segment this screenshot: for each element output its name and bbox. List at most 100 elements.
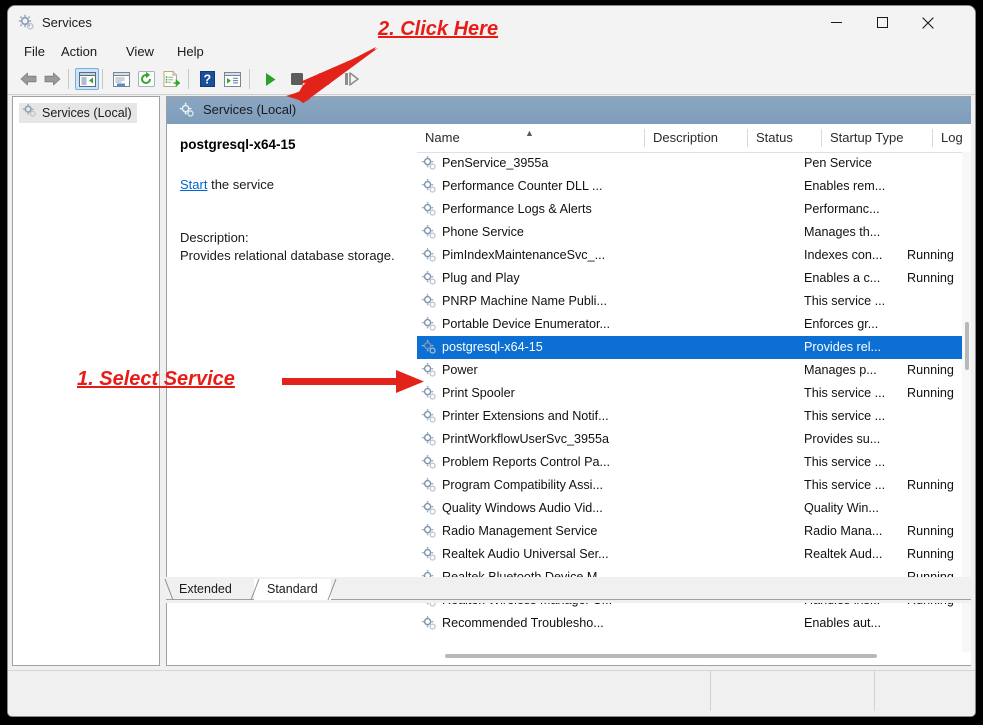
table-row[interactable]: Realtek Audio Universal Ser...Realtek Au…	[417, 543, 962, 566]
back-button[interactable]	[16, 68, 40, 90]
cell-description: Quality Win...	[804, 497, 900, 520]
maximize-button[interactable]	[859, 6, 905, 39]
status-bar-divider	[874, 671, 875, 711]
tab-extended[interactable]: Extended	[166, 579, 245, 600]
cell-service-name: Plug and Play	[442, 267, 797, 290]
column-header-log-on-as[interactable]: Log	[933, 124, 962, 152]
menu-item-action[interactable]: Action	[55, 42, 103, 61]
table-row[interactable]: Program Compatibility Assi...This servic…	[417, 474, 962, 497]
close-icon	[922, 17, 934, 29]
horizontal-scrollbar[interactable]	[417, 651, 962, 661]
cell-description: Pen Service	[804, 152, 900, 175]
tab-label: Standard	[267, 582, 318, 596]
table-row[interactable]: Recommended Troublesho...Enables aut...M…	[417, 612, 962, 635]
cell-service-name: Radio Management Service	[442, 520, 797, 543]
cell-service-name: Problem Reports Control Pa...	[442, 451, 797, 474]
cell-description: This service ...	[804, 405, 900, 428]
vertical-scrollbar-thumb[interactable]	[965, 322, 969, 370]
cell-service-name: Performance Counter DLL ...	[442, 175, 797, 198]
detail-description-label: Description:	[180, 230, 249, 245]
table-row[interactable]: PowerManages p...RunningAutomaticLocа	[417, 359, 962, 382]
menu-item-file[interactable]: File	[18, 42, 51, 61]
play-icon	[264, 72, 277, 87]
column-header-status[interactable]: Status	[748, 124, 821, 152]
pause-icon	[318, 72, 330, 86]
console-tree-pane: Services (Local)	[12, 96, 160, 666]
table-row[interactable]: Print SpoolerThis service ...RunningAuto…	[417, 382, 962, 405]
service-gear-icon	[421, 431, 438, 448]
table-row[interactable]: PrintWorkflowUserSvc_3955aProvides su...…	[417, 428, 962, 451]
service-gear-icon	[421, 408, 438, 425]
pane-header-label: Services (Local)	[203, 102, 296, 118]
horizontal-scrollbar-thumb[interactable]	[445, 654, 877, 658]
minimize-button[interactable]	[813, 6, 859, 39]
service-gear-icon	[421, 362, 438, 379]
cell-description: Radio Mana...	[804, 520, 900, 543]
table-row[interactable]: Performance Logs & AlertsPerformanc...Ma…	[417, 198, 962, 221]
cell-service-name: Phone Service	[442, 221, 797, 244]
list-header-row: Name ▲ Description Status Startup Type L…	[417, 124, 971, 153]
table-row[interactable]: Phone ServiceManages th...Manual (Trig..…	[417, 221, 962, 244]
service-gear-icon	[421, 385, 438, 402]
service-gear-icon	[421, 500, 438, 517]
sidebar-item-label: Services (Local)	[42, 106, 132, 120]
service-gear-icon	[421, 270, 438, 287]
start-service-button[interactable]	[258, 68, 282, 90]
tab-label: Extended	[179, 582, 232, 596]
refresh-button[interactable]	[134, 68, 158, 90]
cell-description: Enables aut...	[804, 612, 900, 635]
menu-item-view[interactable]: View	[120, 42, 160, 61]
close-button[interactable]	[905, 6, 951, 39]
table-row[interactable]: Printer Extensions and Notif...This serv…	[417, 405, 962, 428]
table-row[interactable]: PenService_3955aPen ServiceManual (Trig.…	[417, 152, 962, 175]
cell-service-name: Performance Logs & Alerts	[442, 198, 797, 221]
column-header-description[interactable]: Description	[645, 124, 747, 152]
table-row[interactable]: Plug and PlayEnables a c...RunningManual…	[417, 267, 962, 290]
service-gear-icon	[421, 546, 438, 563]
service-gear-icon	[421, 178, 438, 195]
cell-description: Manages th...	[804, 221, 900, 244]
table-row[interactable]: Radio Management ServiceRadio Mana...Run…	[417, 520, 962, 543]
service-gear-icon	[421, 615, 438, 632]
cell-description: This service ...	[804, 382, 900, 405]
stop-icon	[290, 72, 304, 86]
cell-description: Manages p...	[804, 359, 900, 382]
cell-description: Enables a c...	[804, 267, 900, 290]
sort-ascending-icon: ▲	[525, 128, 534, 138]
cell-description: Indexes con...	[804, 244, 900, 267]
show-hide-console-tree-button[interactable]	[75, 68, 99, 90]
table-row[interactable]: PimIndexMaintenanceSvc_...Indexes con...…	[417, 244, 962, 267]
pause-service-button[interactable]	[312, 68, 336, 90]
start-service-link[interactable]: Start	[180, 177, 207, 192]
cell-description: This service ...	[804, 451, 900, 474]
service-gear-icon	[421, 523, 438, 540]
refresh-icon	[138, 71, 155, 87]
detail-action-line: Start the service	[180, 177, 274, 192]
show-action-pane-button[interactable]	[220, 68, 244, 90]
help-button[interactable]: ?	[195, 68, 219, 90]
services-gear-icon	[22, 103, 37, 123]
restart-service-button[interactable]	[339, 68, 363, 90]
cell-service-name: PenService_3955a	[442, 152, 797, 175]
sidebar-item-services-local[interactable]: Services (Local)	[19, 103, 137, 123]
cell-service-name: Recommended Troublesho...	[442, 612, 797, 635]
table-row[interactable]: Problem Reports Control Pa... This servic…	[417, 451, 962, 474]
export-list-button[interactable]	[159, 68, 183, 90]
tab-standard[interactable]: Standard	[254, 579, 331, 600]
column-header-startup-type[interactable]: Startup Type	[822, 124, 932, 152]
cell-service-name: Power	[442, 359, 797, 382]
table-row[interactable]: postgresql-x64-15Provides rel...Automati…	[417, 336, 962, 359]
help-icon: ?	[200, 71, 215, 87]
cell-service-name: PrintWorkflowUserSvc_3955a	[442, 428, 797, 451]
properties-button[interactable]	[109, 68, 133, 90]
stop-service-button[interactable]	[285, 68, 309, 90]
table-row[interactable]: PNRP Machine Name Publi...This service .…	[417, 290, 962, 313]
detail-action-suffix: the service	[207, 177, 273, 192]
cell-service-name: PNRP Machine Name Publi...	[442, 290, 797, 313]
forward-button[interactable]	[40, 68, 64, 90]
table-row[interactable]: Quality Windows Audio Vid...Quality Win.…	[417, 497, 962, 520]
table-row[interactable]: Portable Device Enumerator...Enforces gr…	[417, 313, 962, 336]
cell-description: Provides rel...	[804, 336, 900, 359]
table-row[interactable]: Performance Counter DLL ...Enables rem..…	[417, 175, 962, 198]
menu-item-help[interactable]: Help	[171, 42, 210, 61]
